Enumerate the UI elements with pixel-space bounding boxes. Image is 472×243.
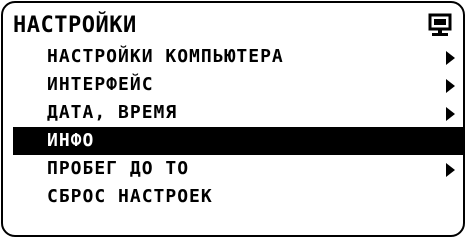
menu-screen: НАСТРОЙКИ НАСТРОЙКИ КОМПЬЮТЕРА ИНТЕРФЕЙС…	[1, 1, 465, 237]
menu-item-label: НАСТРОЙКИ КОМПЬЮТЕРА	[47, 46, 284, 67]
submenu-arrow-icon	[446, 107, 455, 121]
submenu-arrow-icon	[446, 163, 455, 177]
settings-menu: НАСТРОЙКИ КОМПЬЮТЕРА ИНТЕРФЕЙС ДАТА, ВРЕ…	[13, 43, 463, 211]
menu-item-interface[interactable]: ИНТЕРФЕЙС	[13, 71, 463, 99]
monitor-icon	[428, 13, 452, 36]
menu-item-info[interactable]: ИНФО	[13, 127, 463, 155]
page-title: НАСТРОЙКИ	[13, 13, 137, 38]
menu-item-label: ИНТЕРФЕЙС	[47, 74, 154, 95]
menu-item-reset-settings[interactable]: СБРОС НАСТРОЕК	[13, 183, 463, 211]
menu-item-computer-settings[interactable]: НАСТРОЙКИ КОМПЬЮТЕРА	[13, 43, 463, 71]
menu-item-label: ПРОБЕГ ДО ТО	[47, 158, 190, 179]
menu-item-date-time[interactable]: ДАТА, ВРЕМЯ	[13, 99, 463, 127]
submenu-arrow-icon	[446, 79, 455, 93]
menu-item-label: СБРОС НАСТРОЕК	[47, 186, 213, 207]
menu-item-label: ДАТА, ВРЕМЯ	[47, 102, 178, 123]
menu-item-label: ИНФО	[47, 130, 95, 151]
submenu-arrow-icon	[446, 51, 455, 65]
menu-item-mileage-to-service[interactable]: ПРОБЕГ ДО ТО	[13, 155, 463, 183]
